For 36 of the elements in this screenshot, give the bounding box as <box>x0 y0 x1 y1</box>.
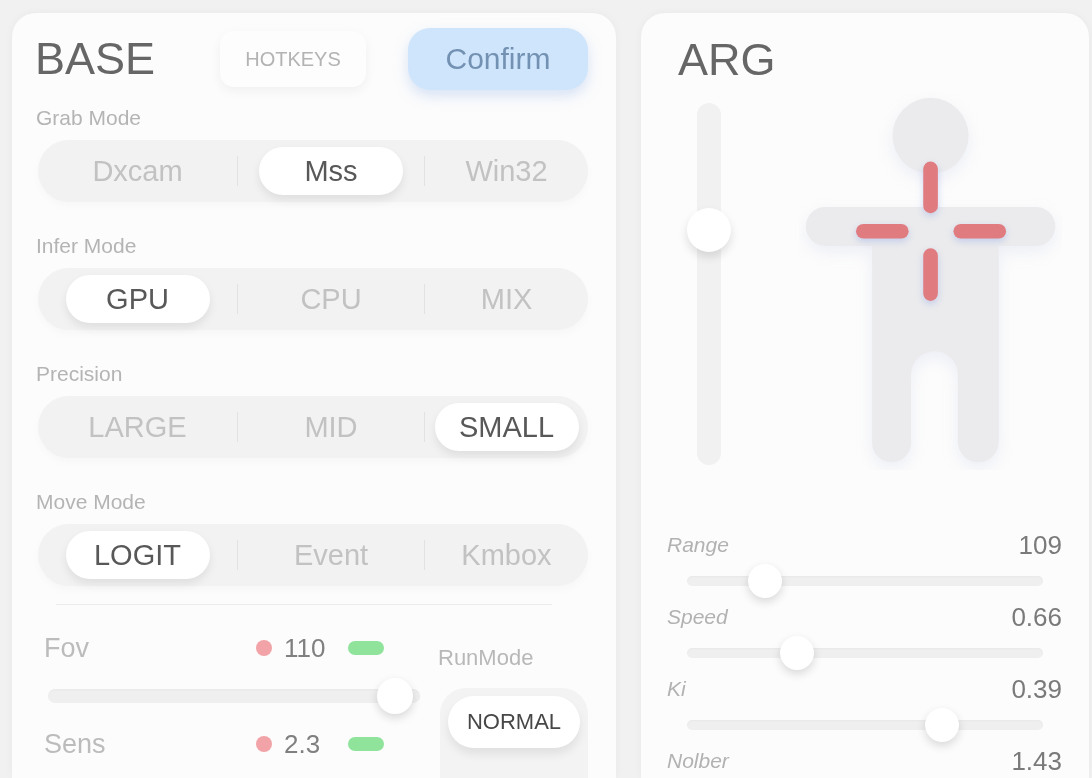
slider-thumb[interactable] <box>780 636 815 670</box>
setting-value: 0.39 <box>1011 675 1062 703</box>
crosshair-icon <box>855 161 1006 301</box>
segment-option[interactable]: LOGIT <box>65 531 210 579</box>
pill-icon[interactable] <box>348 737 384 751</box>
dot-icon[interactable] <box>256 640 272 656</box>
confirm-button[interactable]: Confirm <box>408 28 588 90</box>
slider-thumb[interactable] <box>748 564 783 598</box>
pill-icon[interactable] <box>348 641 384 655</box>
setting-label: Range <box>667 532 729 558</box>
setting-label: Speed <box>667 604 728 630</box>
mode-option[interactable]: NORMAL <box>448 696 580 748</box>
section-label: Move Mode <box>36 489 146 514</box>
slider-thumb[interactable] <box>687 207 732 252</box>
section-label: RunMode <box>438 645 535 670</box>
setting-label: Fov <box>44 634 90 662</box>
setting-value: 2.3 <box>284 730 322 758</box>
section-label: Grab Mode <box>36 105 142 130</box>
hotkeys-button[interactable]: HOTKEYS <box>220 31 366 87</box>
segment-option[interactable]: SMALL <box>434 403 579 451</box>
slider-thumb[interactable] <box>925 708 960 742</box>
setting-value: 1.43 <box>1011 747 1062 775</box>
panel-title: BASE <box>35 33 157 85</box>
setting-value: 110 <box>284 634 327 662</box>
segment-option[interactable]: GPU <box>65 275 210 323</box>
setting-value: 0.66 <box>1011 603 1062 631</box>
slider-thumb[interactable] <box>377 678 414 714</box>
section-label: Infer Mode <box>36 233 137 258</box>
panel-title: ARG <box>678 34 776 86</box>
setting-label: Sens <box>44 730 107 758</box>
setting-label: Nolber <box>667 748 729 774</box>
section-label: Precision <box>36 361 123 386</box>
segment-option[interactable]: Mss <box>259 147 403 195</box>
setting-label: Ki <box>667 676 686 702</box>
dot-icon[interactable] <box>256 736 272 752</box>
setting-value: 109 <box>1018 531 1062 559</box>
